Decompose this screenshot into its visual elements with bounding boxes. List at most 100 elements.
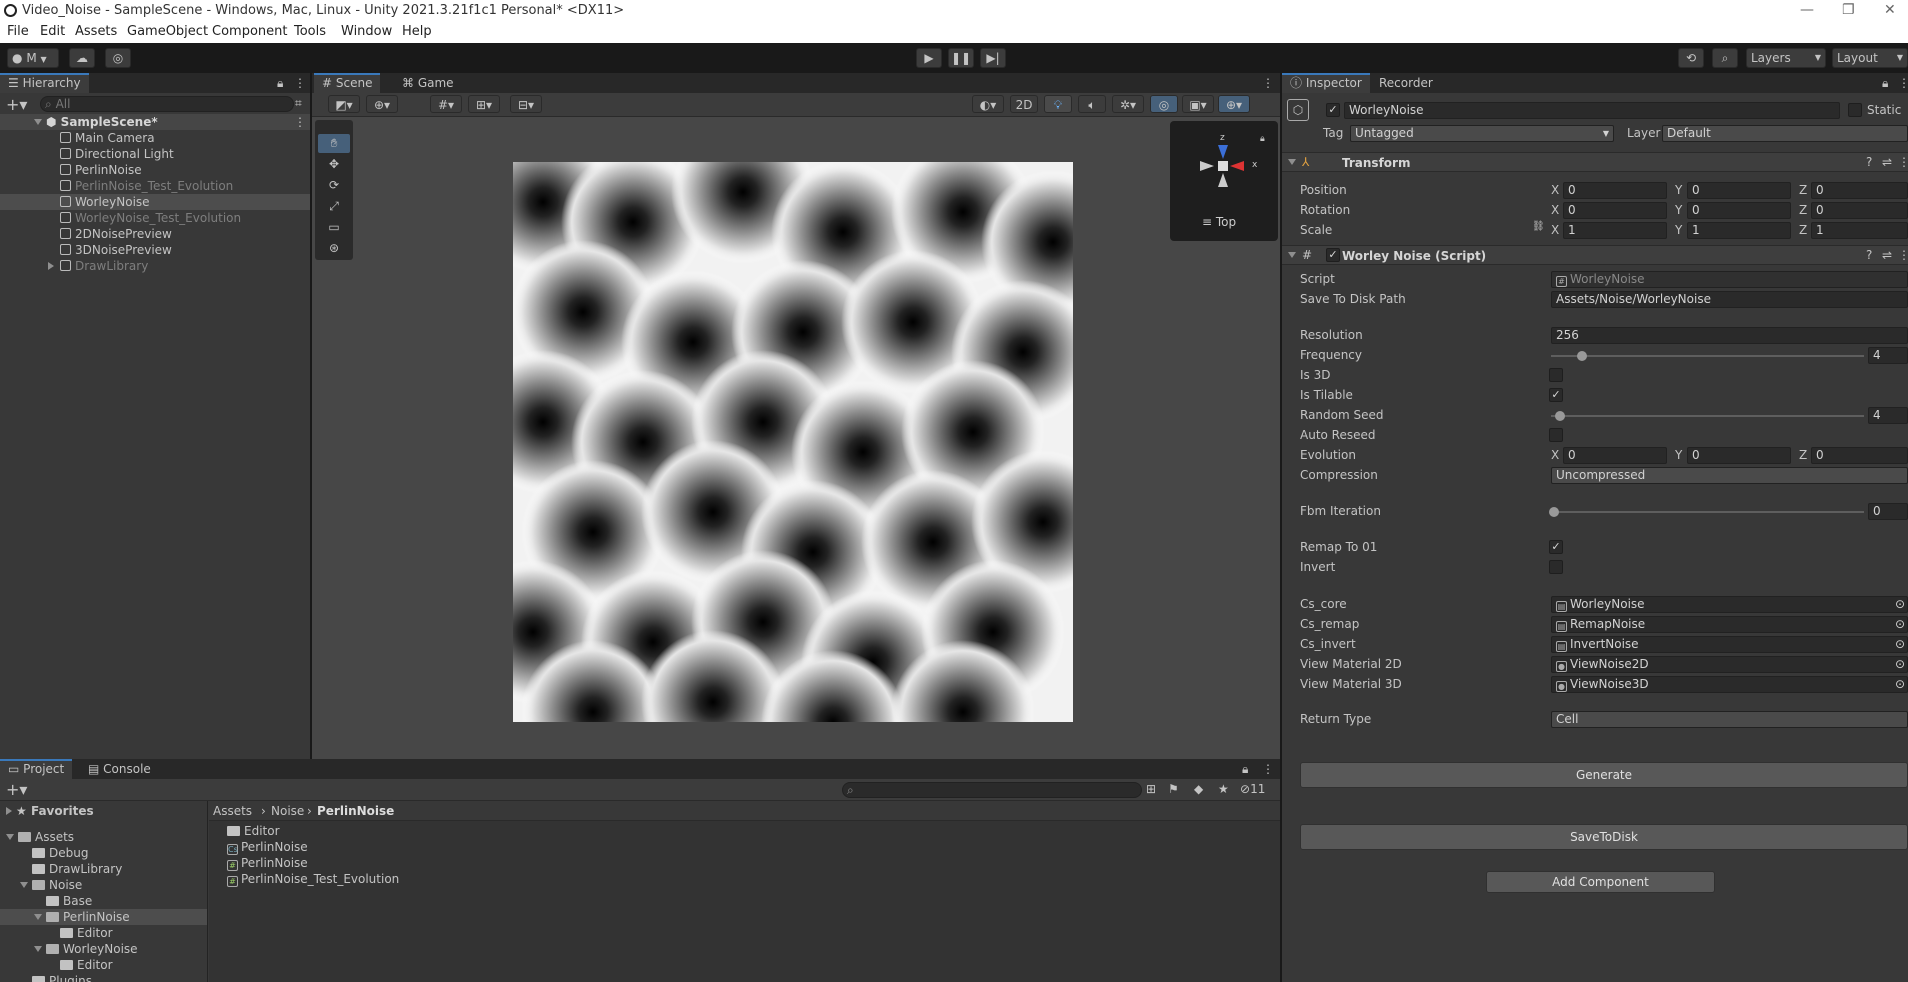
help-icon[interactable]: ? [1866, 155, 1872, 169]
scene-more-icon[interactable]: ⋮ [294, 114, 306, 130]
hierarchy-search-input[interactable]: ⌕ All [40, 96, 294, 112]
hierarchy-item[interactable]: DrawLibrary [0, 258, 311, 274]
hierarchy-item[interactable]: PerlinNoise [0, 162, 311, 178]
chevron-down-icon[interactable] [34, 114, 46, 130]
rotate-tool-button[interactable]: ⟳ [318, 176, 350, 195]
position-z-input[interactable]: 0 [1811, 182, 1908, 199]
menu-gameobject[interactable]: GameObject [127, 24, 208, 39]
rotation-x-input[interactable]: 0 [1563, 202, 1667, 219]
pause-button[interactable]: ❚❚ [948, 48, 974, 68]
search-by-label-icon[interactable]: ⚑ [1168, 782, 1179, 796]
autoreseed-checkbox[interactable] [1549, 428, 1563, 442]
layers-dropdown[interactable]: Layers ▼ [1746, 48, 1826, 68]
project-folder-item[interactable]: Editor [48, 925, 113, 941]
scale-z-input[interactable]: 1 [1811, 222, 1908, 239]
preset-icon[interactable]: ⇌ [1882, 155, 1892, 169]
project-file-item[interactable]: # PerlinNoise_Test_Evolution [227, 871, 399, 887]
hierarchy-item[interactable]: 2DNoisePreview [0, 226, 311, 242]
component-menu-icon[interactable]: ⋮ [1898, 155, 1908, 169]
scale-x-input[interactable]: 1 [1563, 222, 1667, 239]
link-scale-icon[interactable]: ⛓ [1532, 221, 1545, 232]
minimize-button[interactable]: — [1800, 2, 1814, 18]
project-folder-item[interactable]: Debug [20, 845, 88, 861]
project-folder-item[interactable]: WorleyNoise [34, 941, 138, 957]
rect-tool-button[interactable]: ▭ [318, 218, 350, 237]
script-enabled-toggle[interactable]: ✓ [1326, 248, 1340, 262]
hierarchy-item[interactable]: 3DNoisePreview [0, 242, 311, 258]
reference-object-field[interactable]: ● ViewNoise3D ⊙ [1551, 676, 1908, 693]
camera-dropdown[interactable]: ▣▾ [1182, 95, 1214, 113]
effects-dropdown[interactable]: ✲▾ [1112, 95, 1144, 113]
visibility-toggle[interactable]: ◎ [1150, 95, 1178, 113]
lock-icon[interactable]: 🔒︎ [277, 76, 283, 91]
hierarchy-divider[interactable] [310, 73, 312, 759]
object-picker-icon[interactable]: ⊙ [1895, 617, 1905, 632]
return-type-dropdown[interactable]: Cell [1551, 711, 1908, 728]
chevron-down-icon[interactable] [20, 882, 28, 888]
menu-component[interactable]: Component [212, 24, 287, 39]
step-button[interactable]: ▶| [980, 48, 1006, 68]
remap-checkbox[interactable]: ✓ [1549, 540, 1563, 554]
hierarchy-item[interactable]: PerlinNoise_Test_Evolution [0, 178, 311, 194]
preset-icon[interactable]: ⇌ [1882, 248, 1892, 262]
add-component-button[interactable]: Add Component [1486, 871, 1715, 893]
fbm-slider-knob[interactable] [1549, 507, 1559, 517]
create-asset-button[interactable]: +▾ [6, 780, 27, 799]
frequency-slider-track[interactable] [1551, 355, 1864, 357]
active-toggle[interactable]: ✓ [1326, 103, 1340, 117]
cloud-button[interactable]: ☁ [69, 48, 95, 68]
hierarchy-item[interactable]: WorleyNoise [0, 194, 311, 210]
render-mode-dropdown[interactable]: ◐▾ [972, 95, 1004, 113]
lock-icon[interactable]: 🔒︎ [1242, 762, 1248, 777]
grid-dropdown[interactable]: #▾ [430, 95, 462, 113]
more-options-icon[interactable]: ⋮ [1262, 76, 1274, 90]
object-picker-icon[interactable]: ⊙ [1895, 597, 1905, 612]
more-options-icon[interactable]: ⋮ [1262, 762, 1274, 776]
axis-x-cone[interactable] [1230, 161, 1244, 171]
tab-game[interactable]: ⌘ Game [394, 73, 462, 93]
generate-button[interactable]: Generate [1300, 762, 1908, 788]
tab-scene[interactable]: # Scene [314, 73, 381, 93]
worley-noise-preview[interactable] [513, 162, 1073, 722]
fbm-slider-track[interactable] [1551, 511, 1864, 513]
history-button[interactable]: ⟲ [1678, 48, 1704, 68]
tab-project[interactable]: ▭ Project [0, 759, 73, 779]
seed-input[interactable]: 4 [1868, 407, 1908, 424]
menu-file[interactable]: File [7, 24, 29, 39]
favorites-row[interactable]: ★ Favorites [6, 803, 94, 819]
snap-dropdown[interactable]: ⊞▾ [468, 95, 500, 113]
axis-neg-x-cone[interactable] [1200, 161, 1214, 171]
transform-header[interactable]: ⅄ Transform ? ⇌ ⋮ [1282, 152, 1908, 172]
chevron-down-icon[interactable] [34, 914, 42, 920]
layout-dropdown[interactable]: Layout ▼ [1832, 48, 1908, 68]
tag-dropdown[interactable]: Untagged ▼ [1350, 125, 1614, 142]
project-folder-item[interactable]: Base [34, 893, 92, 909]
gizmos-dropdown[interactable]: ⊕▾ [1218, 95, 1250, 113]
breadcrumb-noise[interactable]: Noise [271, 804, 304, 818]
frequency-input[interactable]: 4 [1868, 347, 1908, 364]
project-folder-item[interactable]: Noise [20, 877, 82, 893]
project-folder-item[interactable]: Assets [6, 829, 74, 845]
audio-toggle[interactable]: 🔈︎ [1078, 95, 1106, 113]
project-file-item[interactable]: Cs PerlinNoise [227, 839, 308, 855]
object-picker-icon[interactable]: ⊙ [1895, 637, 1905, 652]
position-y-input[interactable]: 0 [1687, 182, 1791, 199]
tilable-checkbox[interactable]: ✓ [1549, 388, 1563, 402]
evolution-y-input[interactable]: 0 [1687, 447, 1791, 464]
hierarchy-item[interactable]: WorleyNoise_Test_Evolution [0, 210, 311, 226]
view-projection-label[interactable]: ≡ Top [1202, 215, 1236, 229]
project-folder-item[interactable]: DrawLibrary [20, 861, 122, 877]
reference-object-field[interactable]: ● ViewNoise2D ⊙ [1551, 656, 1908, 673]
save-path-input[interactable]: Assets/Noise/WorleyNoise [1551, 291, 1908, 308]
more-options-icon[interactable]: ⋮ [294, 76, 306, 90]
object-name-input[interactable]: WorleyNoise [1344, 102, 1840, 119]
lock-icon[interactable]: 🔒︎ [1882, 76, 1888, 91]
breadcrumb-perlinnoise[interactable]: PerlinNoise [317, 804, 394, 818]
hierarchy-item[interactable]: Main Camera [0, 130, 311, 146]
menu-help[interactable]: Help [402, 24, 432, 39]
close-button[interactable]: ✕ [1884, 2, 1896, 18]
scene-row[interactable]: ⬢ SampleScene* ⋮ [0, 114, 311, 130]
menu-assets[interactable]: Assets [75, 24, 117, 39]
move-tool-button[interactable]: ✥ [318, 155, 350, 174]
increment-dropdown[interactable]: ⊟▾ [510, 95, 542, 113]
